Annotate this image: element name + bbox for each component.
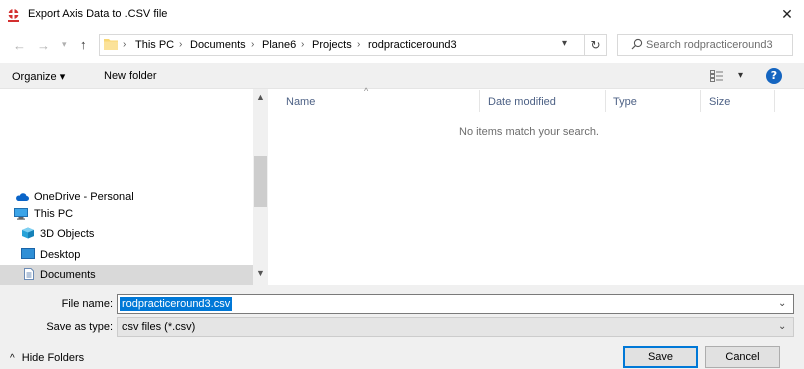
- column-divider[interactable]: [774, 90, 775, 112]
- recent-locations-chevron-icon[interactable]: ▾: [62, 39, 67, 50]
- file-name-value[interactable]: rodpracticeround3.csv: [120, 297, 233, 311]
- forward-arrow-icon[interactable]: →: [37, 38, 50, 53]
- column-header-type[interactable]: Type: [613, 96, 637, 108]
- computer-icon: [14, 208, 28, 220]
- address-bar[interactable]: [99, 34, 607, 56]
- change-view-icon[interactable]: [710, 70, 724, 82]
- breadcrumb-separator-icon: ›: [357, 39, 361, 50]
- organize-button[interactable]: Organize ▾: [12, 70, 65, 83]
- breadcrumb-separator-icon: ›: [179, 39, 183, 50]
- breadcrumb-plane6[interactable]: Plane6: [262, 39, 296, 51]
- column-divider[interactable]: [479, 90, 480, 112]
- save-as-type-select[interactable]: [117, 317, 794, 337]
- column-divider[interactable]: [700, 90, 701, 112]
- desktop-icon: [21, 248, 35, 259]
- 3d-objects-icon: [22, 227, 34, 239]
- chevron-up-icon: ^: [10, 353, 15, 364]
- file-name-label: File name:: [61, 298, 113, 310]
- column-divider[interactable]: [605, 90, 606, 112]
- nav-item-3d-objects[interactable]: [0, 224, 253, 244]
- nav-label-documents: Documents: [40, 269, 96, 281]
- documents-icon: [24, 268, 34, 280]
- scroll-down-icon[interactable]: ▼: [253, 268, 268, 278]
- empty-folder-message: No items match your search.: [459, 126, 599, 138]
- search-icon: [631, 38, 643, 50]
- scroll-up-icon[interactable]: ▲: [253, 92, 268, 102]
- address-dropdown-icon[interactable]: ▾: [562, 38, 567, 49]
- sort-ascending-icon: ^: [364, 86, 369, 96]
- breadcrumb-separator-icon: ›: [251, 39, 255, 50]
- hide-folders-label: Hide Folders: [21, 352, 85, 364]
- new-folder-button[interactable]: New folder: [104, 70, 157, 82]
- back-arrow-icon[interactable]: ←: [13, 38, 26, 53]
- help-icon[interactable]: ?: [766, 68, 782, 84]
- nav-item-documents[interactable]: [0, 265, 253, 285]
- save-as-type-label: Save as type:: [46, 321, 113, 333]
- folder-icon: [104, 39, 118, 50]
- breadcrumb-this-pc[interactable]: This PC: [135, 39, 174, 51]
- file-name-dropdown-icon[interactable]: ⌄: [778, 298, 786, 309]
- search-placeholder: Search rodpracticeround3: [646, 39, 773, 51]
- cancel-button[interactable]: Cancel: [705, 346, 780, 368]
- breadcrumb-rodpracticeround3[interactable]: rodpracticeround3: [368, 39, 457, 51]
- column-header-size[interactable]: Size: [709, 96, 730, 108]
- breadcrumb-separator-icon: ›: [123, 39, 127, 50]
- refresh-icon[interactable]: ↻: [584, 35, 606, 55]
- nav-label-onedrive: OneDrive - Personal: [34, 191, 134, 203]
- nav-label-this-pc: This PC: [34, 208, 74, 220]
- window-title: Export Axis Data to .CSV file: [28, 8, 168, 20]
- nav-label-3d-objects: 3D Objects: [40, 228, 95, 240]
- view-options-dropdown-icon[interactable]: ▾: [738, 70, 743, 81]
- hide-folders-button[interactable]: ^ Hide Folders: [10, 352, 84, 364]
- up-folder-icon[interactable]: ↑: [80, 37, 87, 52]
- nav-item-desktop[interactable]: [0, 244, 253, 264]
- column-header-date-modified[interactable]: Date modified: [488, 96, 556, 108]
- cloud-icon: [16, 193, 29, 201]
- app-logo-icon: [8, 9, 19, 22]
- breadcrumb-documents[interactable]: Documents: [190, 39, 246, 51]
- save-as-type-value: csv files (*.csv): [122, 321, 196, 333]
- save-as-type-dropdown-icon[interactable]: ⌄: [778, 321, 786, 332]
- nav-label-desktop: Desktop: [40, 249, 81, 261]
- breadcrumb-projects[interactable]: Projects: [312, 39, 352, 51]
- scrollbar-thumb[interactable]: [254, 156, 267, 207]
- close-button[interactable]: ✕: [776, 4, 798, 24]
- column-header-name[interactable]: Name: [286, 96, 315, 108]
- save-button[interactable]: Save: [623, 346, 698, 368]
- breadcrumb-separator-icon: ›: [301, 39, 305, 50]
